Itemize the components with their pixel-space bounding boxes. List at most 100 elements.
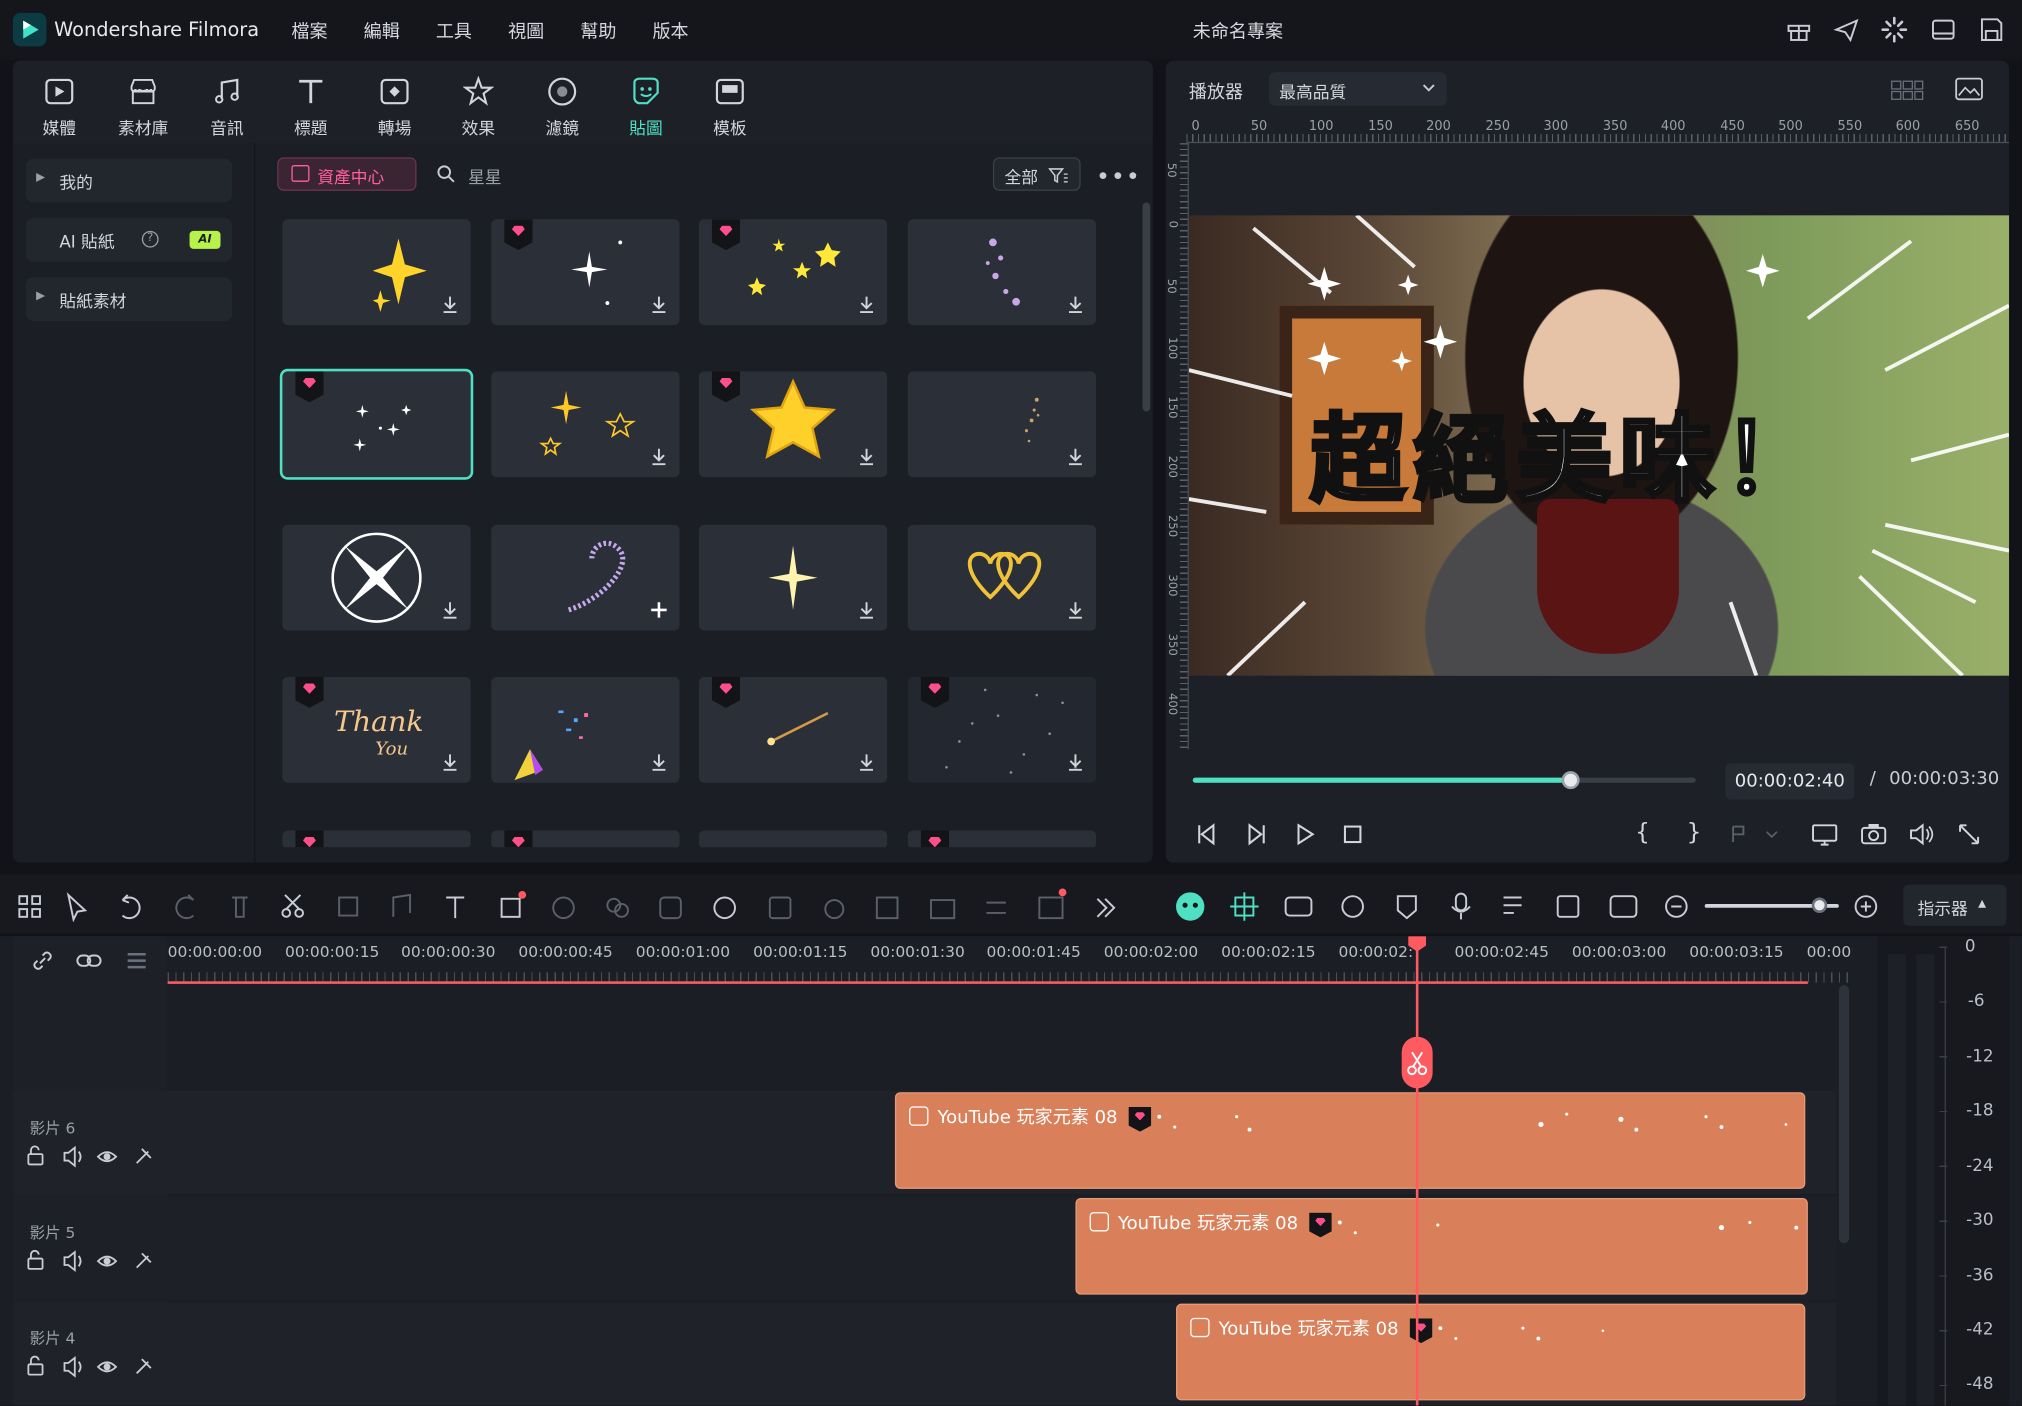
indicator-dropdown[interactable]: 指示器 ▲ xyxy=(1903,884,2007,926)
menu-tools[interactable]: 工具 xyxy=(436,18,472,44)
progress-fill xyxy=(1192,777,1570,783)
sticker-tile-selected[interactable] xyxy=(279,368,474,480)
send-icon[interactable] xyxy=(1832,15,1860,43)
sticker-tile[interactable] xyxy=(282,524,471,631)
library-scrollbar[interactable] xyxy=(1142,202,1151,412)
track-manager-icon[interactable] xyxy=(124,949,150,972)
sticker-tile[interactable] xyxy=(698,219,888,325)
sticker-tile[interactable] xyxy=(698,371,888,478)
download-icon[interactable] xyxy=(440,752,461,773)
meter-mark: -12 xyxy=(1966,1047,1994,1067)
chain-icon[interactable] xyxy=(75,949,103,972)
current-time: 00:00:02:40 xyxy=(1725,763,1855,800)
quality-select[interactable]: 最高品質 xyxy=(1268,72,1447,106)
link-icon[interactable] xyxy=(31,949,54,972)
track-label: 影片 4 xyxy=(29,1329,76,1348)
meter-mark: -18 xyxy=(1966,1101,1994,1121)
time-mark: 00:00:02:45 xyxy=(1454,942,1549,961)
loading-icon[interactable] xyxy=(1880,15,1908,43)
meter-bar-right xyxy=(1916,954,1935,1406)
ruler-mark: 250 xyxy=(1485,119,1511,135)
download-icon[interactable] xyxy=(1065,600,1086,621)
track-controls xyxy=(26,1249,155,1273)
sticker-tile[interactable] xyxy=(698,524,888,631)
sticker-tile[interactable]: Thank You xyxy=(282,676,471,783)
download-icon[interactable] xyxy=(1065,752,1086,773)
menu-version[interactable]: 版本 xyxy=(652,18,688,44)
add-icon[interactable] xyxy=(649,600,670,621)
layout-icon[interactable] xyxy=(1929,15,1957,43)
sticker-tile[interactable] xyxy=(907,676,1097,783)
play-icon[interactable] xyxy=(1292,821,1318,847)
ruler-mark: 150 xyxy=(1165,396,1179,419)
download-icon[interactable] xyxy=(856,600,877,621)
premium-gem-icon xyxy=(295,830,324,848)
ruler-mark: 50 xyxy=(1164,162,1177,178)
stop-icon[interactable] xyxy=(1340,821,1366,847)
next-frame-icon[interactable] xyxy=(1243,821,1269,847)
menu-file[interactable]: 檔案 xyxy=(291,18,327,44)
clip-title: YouTube 玩家元素 08 xyxy=(937,1107,1118,1129)
menu-edit[interactable]: 編輯 xyxy=(364,18,400,44)
time-separator: / xyxy=(1869,768,1876,790)
gift-icon[interactable] xyxy=(1785,15,1813,43)
sticker-tile[interactable] xyxy=(282,219,471,325)
sticker-tile[interactable] xyxy=(491,676,680,783)
image-icon[interactable] xyxy=(1955,76,1983,102)
time-mark: 00:00:03:15 xyxy=(1689,942,1784,961)
ruler-mark: 350 xyxy=(1602,119,1628,135)
download-icon[interactable] xyxy=(856,752,877,773)
sticker-tile[interactable] xyxy=(698,676,888,783)
sticker-tile[interactable] xyxy=(491,371,680,478)
sticker-tile[interactable] xyxy=(491,219,680,325)
ruler-mark: 0 xyxy=(1191,119,1200,135)
split-scissors-button[interactable] xyxy=(1401,1036,1433,1089)
caret-up-icon: ▲ xyxy=(1978,897,1987,910)
sticker-tile[interactable] xyxy=(907,219,1097,325)
grid-view-icon[interactable] xyxy=(1890,77,1924,103)
sticker-clip[interactable]: YouTube 玩家元素 08 xyxy=(894,1092,1806,1189)
premium-gem-icon xyxy=(504,830,533,848)
download-icon[interactable] xyxy=(649,446,670,467)
fullscreen-icon[interactable] xyxy=(1956,821,1982,847)
time-mark: 00:00:00:00 xyxy=(167,942,263,961)
sticker-tile[interactable] xyxy=(698,830,888,848)
download-icon[interactable] xyxy=(649,752,670,773)
camera-icon[interactable] xyxy=(1859,821,1887,847)
time-mark: 00:00:02:00 xyxy=(1103,942,1199,961)
zoom-slider-track[interactable] xyxy=(1704,897,1839,913)
volume-icon[interactable] xyxy=(1907,821,1935,847)
sticker-tile[interactable] xyxy=(907,830,1097,848)
ruler-mark: 150 xyxy=(1368,119,1393,135)
menu-bar: Wondershare Filmora 檔案 編輯 工具 視圖 幫助 版本 未命… xyxy=(0,0,2022,60)
meter-bar-left xyxy=(1887,954,1906,1406)
sticker-clip[interactable]: YouTube 玩家元素 08 xyxy=(1075,1197,1808,1295)
download-icon[interactable] xyxy=(1065,294,1086,315)
menu-view[interactable]: 視圖 xyxy=(508,18,544,44)
save-icon[interactable] xyxy=(1977,15,2005,43)
prev-frame-icon[interactable] xyxy=(1194,821,1220,847)
progress-knob[interactable] xyxy=(1560,771,1579,790)
download-icon[interactable] xyxy=(1065,446,1086,467)
sticker-clip[interactable]: YouTube 玩家元素 08 xyxy=(1176,1303,1806,1401)
meter-mark: -24 xyxy=(1966,1156,1994,1177)
mark-in-icon[interactable]: { xyxy=(1635,819,1650,846)
menu-help[interactable]: 幫助 xyxy=(580,18,616,44)
mark-out-icon[interactable]: } xyxy=(1687,819,1702,846)
download-icon[interactable] xyxy=(856,446,877,467)
playback-progress[interactable] xyxy=(1192,771,1696,790)
sticker-tile[interactable] xyxy=(282,830,471,848)
download-icon[interactable] xyxy=(856,294,877,315)
display-icon[interactable] xyxy=(1810,821,1838,847)
sticker-tile[interactable] xyxy=(907,524,1097,631)
sticker-tile[interactable] xyxy=(907,371,1097,478)
download-icon[interactable] xyxy=(440,600,461,621)
time-mark: 00:00:00:30 xyxy=(401,942,496,961)
video-preview[interactable]: 超絕美味！ xyxy=(1188,215,2010,676)
sticker-tile[interactable] xyxy=(491,830,680,848)
download-icon[interactable] xyxy=(649,294,670,315)
insert-icon[interactable] xyxy=(1728,821,1780,847)
download-icon[interactable] xyxy=(440,294,461,315)
sticker-tile[interactable] xyxy=(491,524,680,631)
timeline-scrollbar[interactable] xyxy=(1838,985,1850,1244)
